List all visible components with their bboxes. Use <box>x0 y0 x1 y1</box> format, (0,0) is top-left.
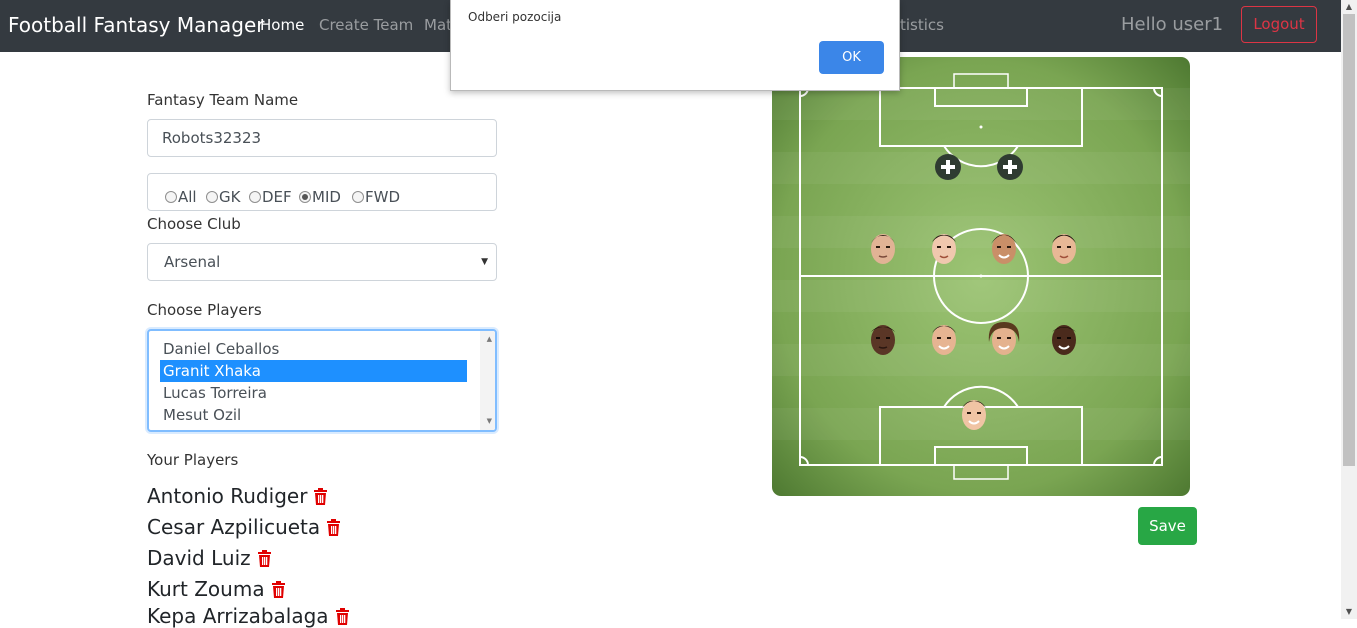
trash-icon[interactable] <box>326 518 341 536</box>
nav-link-create-team[interactable]: Create Team <box>319 16 413 34</box>
player-face-avatar[interactable] <box>987 229 1021 265</box>
player-face-avatar[interactable] <box>927 320 961 356</box>
football-pitch <box>772 57 1190 496</box>
radio-checked-icon <box>299 191 311 203</box>
team-name-label: Fantasy Team Name <box>147 91 299 109</box>
listbox-scrollbar[interactable] <box>480 331 495 430</box>
alert-ok-button[interactable]: OK <box>819 41 884 74</box>
players-listbox[interactable]: Daniel Ceballos Granit Xhaka Lucas Torre… <box>147 329 497 432</box>
scroll-down-arrow-icon[interactable]: ▼ <box>1343 606 1355 618</box>
player-face-avatar[interactable] <box>927 229 961 265</box>
players-label: Choose Players <box>147 301 262 319</box>
your-player-item: David Luiz <box>147 546 272 570</box>
player-face-avatar[interactable] <box>1047 320 1081 356</box>
player-face-avatar[interactable] <box>987 320 1021 356</box>
position-radio-mid[interactable]: MID <box>299 188 341 206</box>
radio-icon <box>206 191 218 203</box>
your-player-item: Kepa Arrizabalaga <box>147 604 350 628</box>
player-face-avatar[interactable] <box>866 229 900 265</box>
nav-link-statistics[interactable]: tistics <box>900 16 944 34</box>
listbox-scroll-up-icon[interactable]: ▲ <box>487 335 492 343</box>
radio-icon <box>165 191 177 203</box>
trash-icon[interactable] <box>257 549 272 567</box>
logout-button[interactable]: Logout <box>1241 6 1317 43</box>
radio-icon <box>352 191 364 203</box>
position-filter: All GK DEF MID FWD <box>147 173 497 211</box>
save-button[interactable]: Save <box>1138 507 1197 545</box>
your-players-label: Your Players <box>147 451 239 469</box>
club-select[interactable]: Arsenal ▼ <box>147 243 497 281</box>
your-player-item: Kurt Zouma <box>147 577 286 601</box>
scroll-up-arrow-icon[interactable]: ▲ <box>1343 1 1355 13</box>
trash-icon[interactable] <box>271 580 286 598</box>
radio-icon <box>249 191 261 203</box>
position-radio-all[interactable]: All <box>165 188 197 206</box>
add-player-icon[interactable] <box>935 154 961 180</box>
position-radio-fwd[interactable]: FWD <box>352 188 400 206</box>
player-face-avatar[interactable] <box>866 320 900 356</box>
club-label: Choose Club <box>147 215 241 233</box>
alert-dialog: Odberi pozocija OK <box>450 0 900 91</box>
alert-message: Odberi pozocija <box>468 10 562 24</box>
player-option[interactable]: Daniel Ceballos <box>160 338 467 360</box>
team-name-input[interactable]: Robots32323 <box>147 119 497 157</box>
brand-title[interactable]: Football Fantasy Manager <box>8 13 265 37</box>
listbox-scroll-down-icon[interactable]: ▼ <box>487 417 492 425</box>
your-player-item: Cesar Azpilicueta <box>147 515 341 539</box>
add-player-icon[interactable] <box>997 154 1023 180</box>
player-face-avatar[interactable] <box>957 395 991 431</box>
player-option-selected[interactable]: Granit Xhaka <box>160 360 467 382</box>
page-scrollbar-thumb[interactable] <box>1343 14 1355 466</box>
trash-icon[interactable] <box>313 487 328 505</box>
user-greeting: Hello user1 <box>1121 14 1224 35</box>
nav-link-home[interactable]: Home <box>260 16 304 34</box>
player-option[interactable]: Mesut Ozil <box>160 404 467 426</box>
club-select-value: Arsenal <box>164 253 221 271</box>
nav-link-matches[interactable]: Mat <box>424 16 452 34</box>
player-face-avatar[interactable] <box>1047 229 1081 265</box>
position-radio-def[interactable]: DEF <box>249 188 292 206</box>
chevron-down-icon: ▼ <box>481 257 488 267</box>
position-radio-gk[interactable]: GK <box>206 188 240 206</box>
your-player-item: Antonio Rudiger <box>147 484 328 508</box>
trash-icon[interactable] <box>335 607 350 625</box>
player-option[interactable]: Lucas Torreira <box>160 382 467 404</box>
